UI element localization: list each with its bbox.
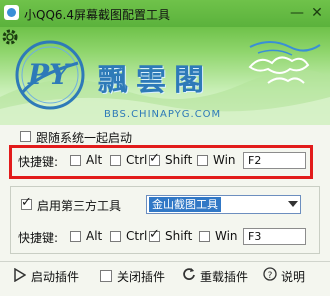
- hotkey1-shift-checkbox[interactable]: [149, 151, 160, 166]
- reload-plugin-button[interactable]: 重载插件: [200, 268, 248, 285]
- follow-startup-checkbox[interactable]: [20, 131, 31, 142]
- third-party-label: 启用第三方工具: [37, 199, 122, 213]
- hotkey1-win-label: Win: [213, 153, 236, 167]
- hotkey2-win-checkbox[interactable]: [199, 231, 210, 242]
- config-window: 小QQ6.4屏幕截图配置工具 — ✕ PY 飄雲閣 BBS.CHINAPYG.C…: [0, 0, 330, 296]
- reload-icon[interactable]: [182, 267, 196, 281]
- close-plugin-button[interactable]: 关闭插件: [117, 268, 165, 285]
- hotkey2-ctrl-label: Ctrl: [126, 229, 148, 243]
- hotkey1-win-checkbox[interactable]: [197, 155, 208, 166]
- help-button[interactable]: 说明: [281, 268, 305, 285]
- hotkey1-ctrl-checkbox[interactable]: [110, 155, 121, 166]
- hotkey2-alt-checkbox[interactable]: [70, 231, 81, 242]
- hotkey2-label: 快捷键:: [18, 231, 59, 245]
- hotkey1-shift-label: Shift: [165, 153, 193, 167]
- hotkey2-ctrl-checkbox[interactable]: [110, 231, 121, 242]
- hotkey2-key-input[interactable]: F3: [243, 228, 306, 245]
- start-plugin-button[interactable]: 启动插件: [31, 268, 79, 285]
- hotkey2-alt-label: Alt: [86, 229, 103, 243]
- window-title: 小QQ6.4屏幕截图配置工具: [24, 8, 170, 22]
- help-icon[interactable]: ?: [263, 267, 277, 281]
- hotkey1-ctrl-label: Ctrl: [126, 153, 148, 167]
- svg-text:?: ?: [268, 271, 273, 281]
- hotkey1-key-input[interactable]: F2: [243, 152, 306, 169]
- third-party-checkbox[interactable]: [21, 195, 32, 210]
- hotkey1-alt-checkbox[interactable]: [70, 155, 81, 166]
- chevron-down-icon[interactable]: [288, 201, 298, 207]
- minimize-button[interactable]: —: [288, 4, 306, 22]
- play-icon[interactable]: [14, 268, 26, 282]
- gear-icon[interactable]: [0, 27, 20, 47]
- hotkey1-label: 快捷键:: [18, 155, 59, 169]
- app-icon: [4, 5, 19, 20]
- stop-icon[interactable]: [100, 270, 112, 282]
- close-button[interactable]: ✕: [308, 4, 326, 22]
- banner: PY 飄雲閣 BBS.CHINAPYG.COM: [0, 27, 330, 125]
- hotkey1-alt-label: Alt: [86, 153, 103, 167]
- hotkey2-win-label: Win: [215, 229, 238, 243]
- hotkey2-shift-checkbox[interactable]: [149, 227, 160, 242]
- logo-monogram: PY: [28, 58, 70, 91]
- title-bar[interactable]: 小QQ6.4屏幕截图配置工具 — ✕: [0, 0, 330, 27]
- logo-url: BBS.CHINAPYG.COM: [104, 109, 222, 120]
- third-party-tool-select[interactable]: 金山截图工具: [146, 195, 301, 214]
- bottom-separator: [0, 261, 330, 262]
- logo-text: 飄雲閣: [98, 63, 212, 98]
- follow-startup-label: 跟随系统一起启动: [36, 131, 133, 145]
- hotkey2-shift-label: Shift: [165, 229, 193, 243]
- third-party-tool-value: 金山截图工具: [149, 197, 221, 212]
